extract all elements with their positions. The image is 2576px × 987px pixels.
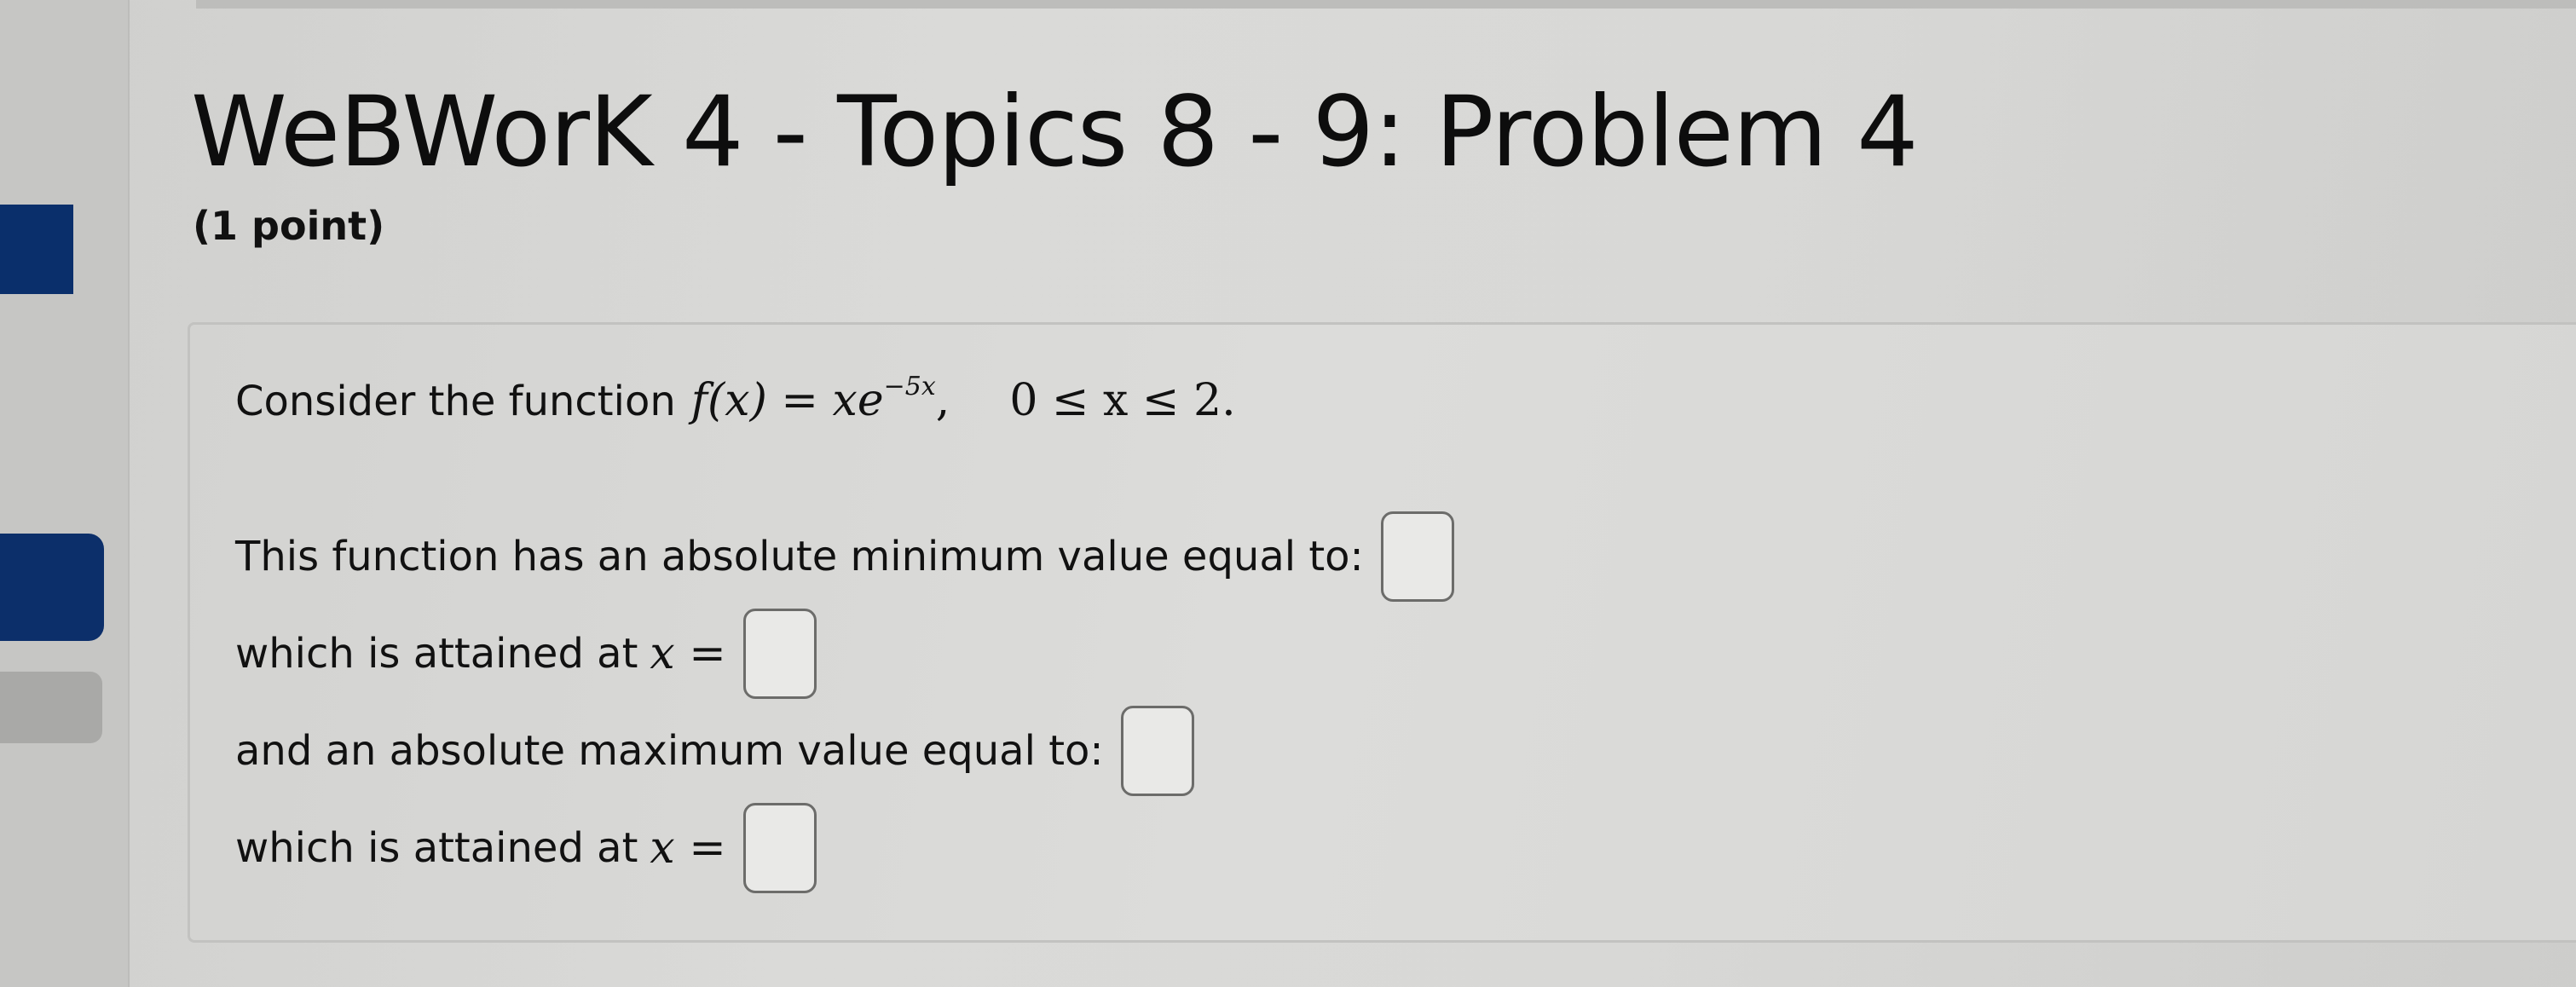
left-sidebar [0,0,128,987]
question-label: which is attained at [235,630,638,678]
question-math: x = [650,628,726,679]
answer-input-min-x[interactable] [742,609,817,699]
question-max-location: which is attained at x = [235,803,817,893]
sidebar-nav-item-active[interactable] [0,534,104,641]
intro-text: Consider the function [235,378,676,425]
answer-input-max-x[interactable] [742,803,817,893]
answer-input-max-value[interactable] [1120,706,1194,796]
points-label: (1 point) [193,203,385,249]
answer-input-min-value[interactable] [1380,511,1454,602]
function-exponent: −5x [883,371,936,401]
question-max-value: and an absolute maximum value equal to: [235,706,1194,796]
function-domain: 0 ≤ x ≤ 2. [1009,375,1236,426]
function-lhs: f(x) = xe [690,375,884,426]
question-min-value: This function has an absolute minimum va… [235,511,1454,602]
sidebar-divider [128,0,130,987]
question-min-location: which is attained at x = [235,609,817,699]
question-math: x = [650,822,726,874]
question-label: This function has an absolute minimum va… [235,533,1364,580]
question-label: which is attained at [235,824,638,872]
page-title: WeBWorK 4 - Topics 8 - 9: Problem 4 [191,75,1919,188]
question-label: and an absolute maximum value equal to: [235,727,1104,775]
sidebar-nav-item[interactable] [0,672,102,743]
top-edge [196,0,2576,9]
problem-statement: Consider the function f(x) = xe−5x, 0 ≤ x… [235,371,1236,426]
function-separator: , [935,375,950,426]
sidebar-nav-item[interactable] [0,205,73,294]
function-formula: f(x) = xe−5x, 0 ≤ x ≤ 2. [690,371,1236,426]
